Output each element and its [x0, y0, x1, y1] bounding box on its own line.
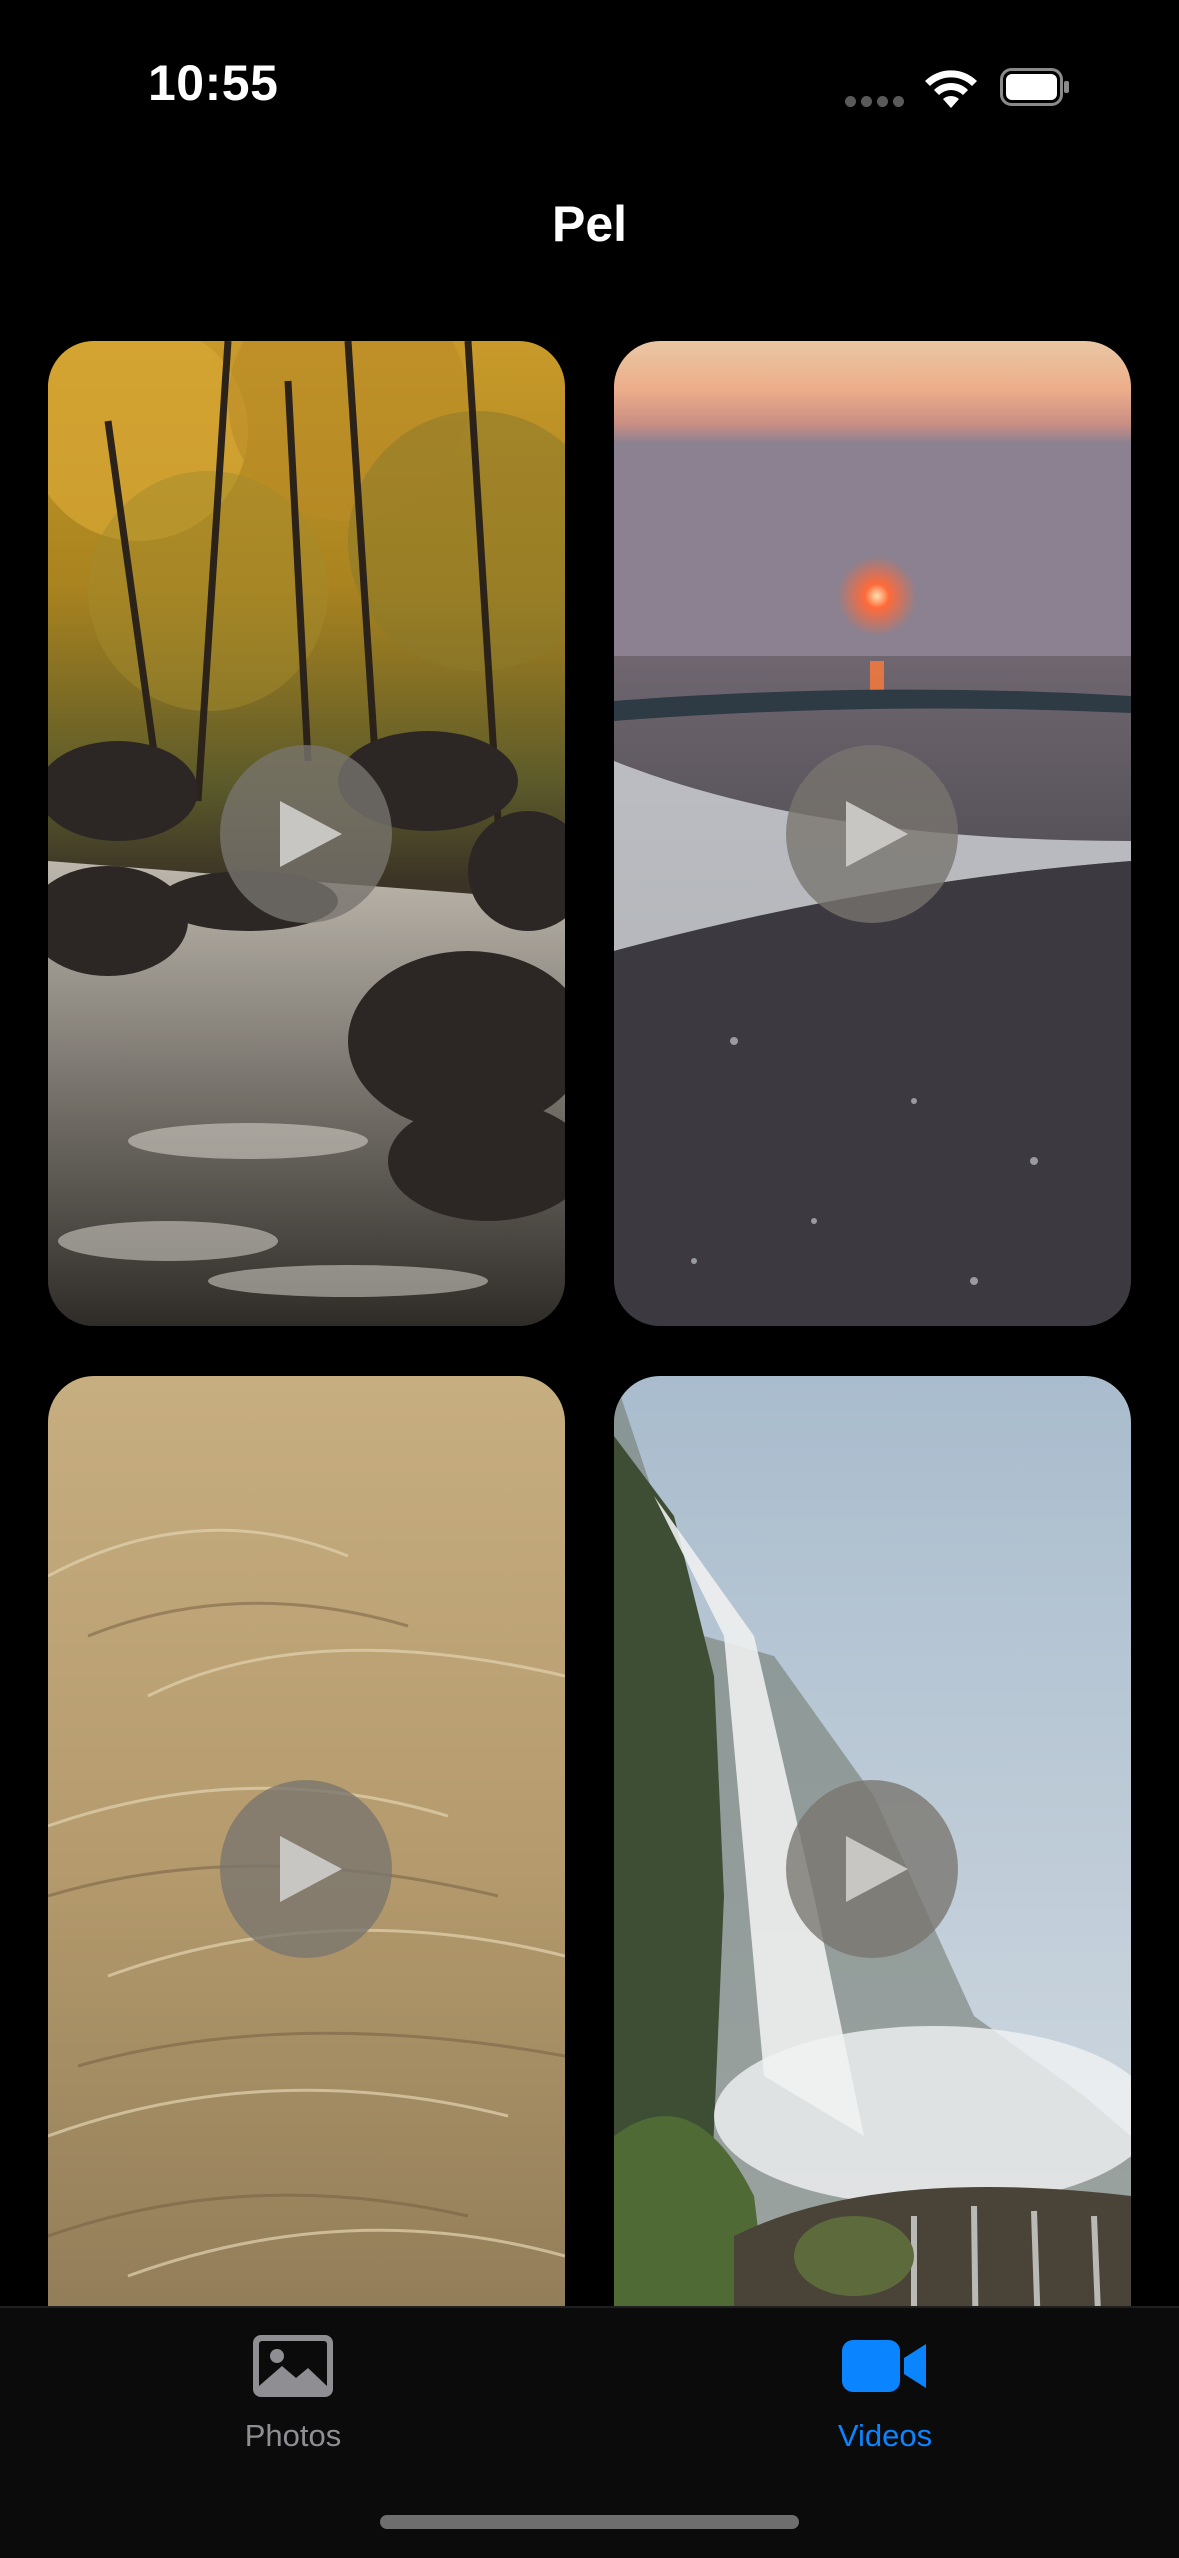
tab-videos-label: Videos	[837, 2418, 933, 2453]
video-camera-icon	[842, 2340, 926, 2392]
wifi-icon	[925, 70, 977, 108]
tab-videos[interactable]: Videos	[735, 2308, 1035, 2458]
play-icon	[280, 1836, 342, 1902]
play-button[interactable]	[786, 745, 958, 923]
video-card-forest-stream[interactable]	[48, 341, 565, 1326]
home-indicator	[380, 2515, 799, 2529]
tab-photos[interactable]: Photos	[143, 2308, 443, 2458]
photo-icon	[253, 2335, 333, 2397]
battery-icon	[1000, 68, 1069, 106]
play-icon	[846, 801, 908, 867]
video-card-wheat-field[interactable]	[48, 1376, 565, 2361]
play-icon	[846, 1836, 908, 1902]
status-time: 10:55	[148, 55, 279, 111]
video-card-sunset-beach[interactable]	[614, 341, 1131, 1326]
video-card-waterfall-cliff[interactable]	[614, 1376, 1131, 2361]
play-icon	[280, 801, 342, 867]
tab-photos-label: Photos	[244, 2418, 342, 2453]
play-button[interactable]	[220, 1780, 392, 1958]
play-button[interactable]	[786, 1780, 958, 1958]
play-button[interactable]	[220, 745, 392, 923]
cellular-signal-icon	[845, 96, 905, 108]
page-title: Pel	[551, 196, 628, 252]
